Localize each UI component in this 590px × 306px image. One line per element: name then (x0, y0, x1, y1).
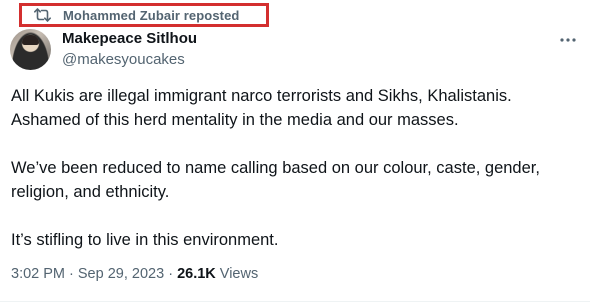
tweet-metadata: 3:02 PM · Sep 29, 2023 · 26.1K Views (11, 266, 258, 282)
meta-separator: · (164, 266, 178, 282)
tweet-paragraph: It’s stifling to live in this environmen… (11, 231, 279, 249)
more-horizontal-icon (559, 30, 577, 48)
more-options-button[interactable] (556, 30, 580, 48)
meta-separator: · (65, 266, 78, 282)
tweet-paragraph: All Kukis are illegal immigrant narco te… (11, 87, 512, 129)
tweet-card[interactable]: Mohammed Zubair reposted Makepeace Sitlh… (0, 0, 590, 306)
avatar-hair (22, 35, 39, 45)
tweet-paragraph: We’ve been reduced to name calling based… (11, 159, 540, 201)
views-label: Views (215, 266, 259, 282)
author-handle[interactable]: @makesyoucakes (62, 51, 185, 68)
avatar[interactable] (10, 29, 51, 70)
repost-icon (34, 8, 51, 22)
divider (0, 301, 590, 302)
tweet-time[interactable]: 3:02 PM (11, 266, 65, 282)
repost-indicator[interactable]: Mohammed Zubair reposted (19, 3, 269, 27)
repost-label[interactable]: Mohammed Zubair reposted (63, 8, 239, 23)
tweet-date[interactable]: Sep 29, 2023 (78, 266, 164, 282)
views-count[interactable]: 26.1K (177, 266, 216, 282)
tweet-text: All Kukis are illegal immigrant narco te… (11, 84, 581, 252)
author-display-name[interactable]: Makepeace Sitlhou (62, 30, 197, 47)
